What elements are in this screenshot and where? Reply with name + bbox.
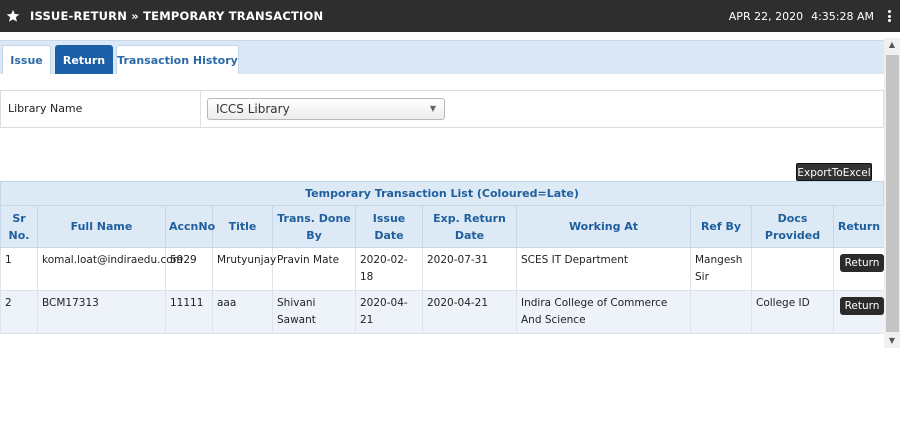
cell-trans-done-by: Pravin Mate bbox=[272, 247, 356, 291]
column-header: Return bbox=[833, 205, 884, 248]
cell-issue-date: 2020-04-21 bbox=[355, 290, 423, 334]
title-bar: ISSUE-RETURN » TEMPORARY TRANSACTION APR… bbox=[0, 0, 900, 32]
dropdown-arrow-icon: ▼ bbox=[429, 104, 436, 113]
column-header: Working At bbox=[516, 205, 691, 248]
current-time: 4:35:28 AM bbox=[811, 9, 874, 23]
cell-ref-by bbox=[690, 290, 752, 334]
cell-title: Mrutyunjay bbox=[212, 247, 276, 291]
main-content: Issue Return Transaction History Library… bbox=[0, 32, 884, 432]
cell-return: Return bbox=[833, 247, 884, 291]
column-header: Issue Date bbox=[355, 205, 423, 248]
cell-sr: 2 bbox=[0, 290, 38, 334]
cell-working-at: Indira College of Commerce And Science bbox=[516, 290, 691, 334]
scrollbar-thumb[interactable] bbox=[886, 55, 899, 332]
cell-docs-provided: College ID bbox=[751, 290, 834, 334]
grid-caption: Temporary Transaction List (Coloured=Lat… bbox=[0, 181, 884, 205]
cell-title: aaa bbox=[212, 290, 273, 334]
kebab-menu-icon[interactable] bbox=[882, 8, 896, 24]
column-header: Docs Provided bbox=[751, 205, 834, 248]
scroll-up-icon[interactable]: ▲ bbox=[884, 38, 900, 52]
column-header: Trans. Done By bbox=[272, 205, 356, 248]
column-header: Full Name bbox=[37, 205, 166, 248]
star-icon[interactable] bbox=[6, 9, 20, 23]
table-row: 1 komal.loat@indiraedu.com 5929 Mrutyunj… bbox=[0, 247, 884, 291]
cell-sr: 1 bbox=[0, 247, 38, 291]
cell-full-name: BCM17313 bbox=[37, 290, 166, 334]
return-button[interactable]: Return bbox=[840, 254, 884, 272]
cell-full-name: komal.loat@indiraedu.com bbox=[37, 247, 183, 291]
page-title: ISSUE-RETURN » TEMPORARY TRANSACTION bbox=[30, 9, 324, 23]
library-form-row: Library Name ICCS Library ▼ bbox=[0, 90, 884, 128]
cell-accn-no: 5929 bbox=[165, 247, 213, 291]
return-button[interactable]: Return bbox=[840, 297, 884, 315]
tab-transaction-history[interactable]: Transaction History bbox=[116, 45, 239, 74]
cell-issue-date: 2020-02-18 bbox=[355, 247, 423, 291]
cell-accn-no: 11111 bbox=[165, 290, 213, 334]
current-date: APR 22, 2020 bbox=[728, 9, 804, 23]
library-name-label: Library Name bbox=[8, 102, 83, 115]
scroll-down-icon[interactable]: ▼ bbox=[884, 334, 900, 348]
tab-return[interactable]: Return bbox=[55, 45, 113, 74]
export-to-excel-button[interactable]: ExportToExcel bbox=[796, 163, 872, 181]
cell-return: Return bbox=[833, 290, 884, 334]
cell-working-at: SCES IT Department bbox=[516, 247, 691, 291]
table-row: 2 BCM17313 11111 aaa Shivani Sawant 2020… bbox=[0, 290, 884, 334]
cell-exp-return-date: 2020-07-31 bbox=[422, 247, 517, 291]
column-header: Sr No. bbox=[0, 205, 38, 248]
transaction-table: Sr No. Full Name AccnNo Title Trans. Don… bbox=[0, 205, 884, 334]
column-header: Exp. Return Date bbox=[422, 205, 517, 248]
cell-docs-provided bbox=[751, 247, 834, 291]
cell-exp-return-date: 2020-04-21 bbox=[422, 290, 517, 334]
library-select[interactable]: ICCS Library ▼ bbox=[207, 98, 445, 120]
cell-ref-by: Mangesh Sir bbox=[690, 247, 752, 291]
vertical-scrollbar[interactable]: ▲ ▼ bbox=[884, 38, 900, 348]
tab-issue[interactable]: Issue bbox=[2, 45, 51, 74]
table-header-row: Sr No. Full Name AccnNo Title Trans. Don… bbox=[0, 205, 884, 248]
column-header: Title bbox=[212, 205, 273, 248]
column-header: Ref By bbox=[690, 205, 752, 248]
cell-trans-done-by: Shivani Sawant bbox=[272, 290, 356, 334]
column-header: AccnNo bbox=[165, 205, 215, 248]
library-select-value: ICCS Library bbox=[216, 102, 290, 116]
tab-strip: Issue Return Transaction History bbox=[0, 40, 884, 74]
transaction-grid: Temporary Transaction List (Coloured=Lat… bbox=[0, 181, 884, 334]
